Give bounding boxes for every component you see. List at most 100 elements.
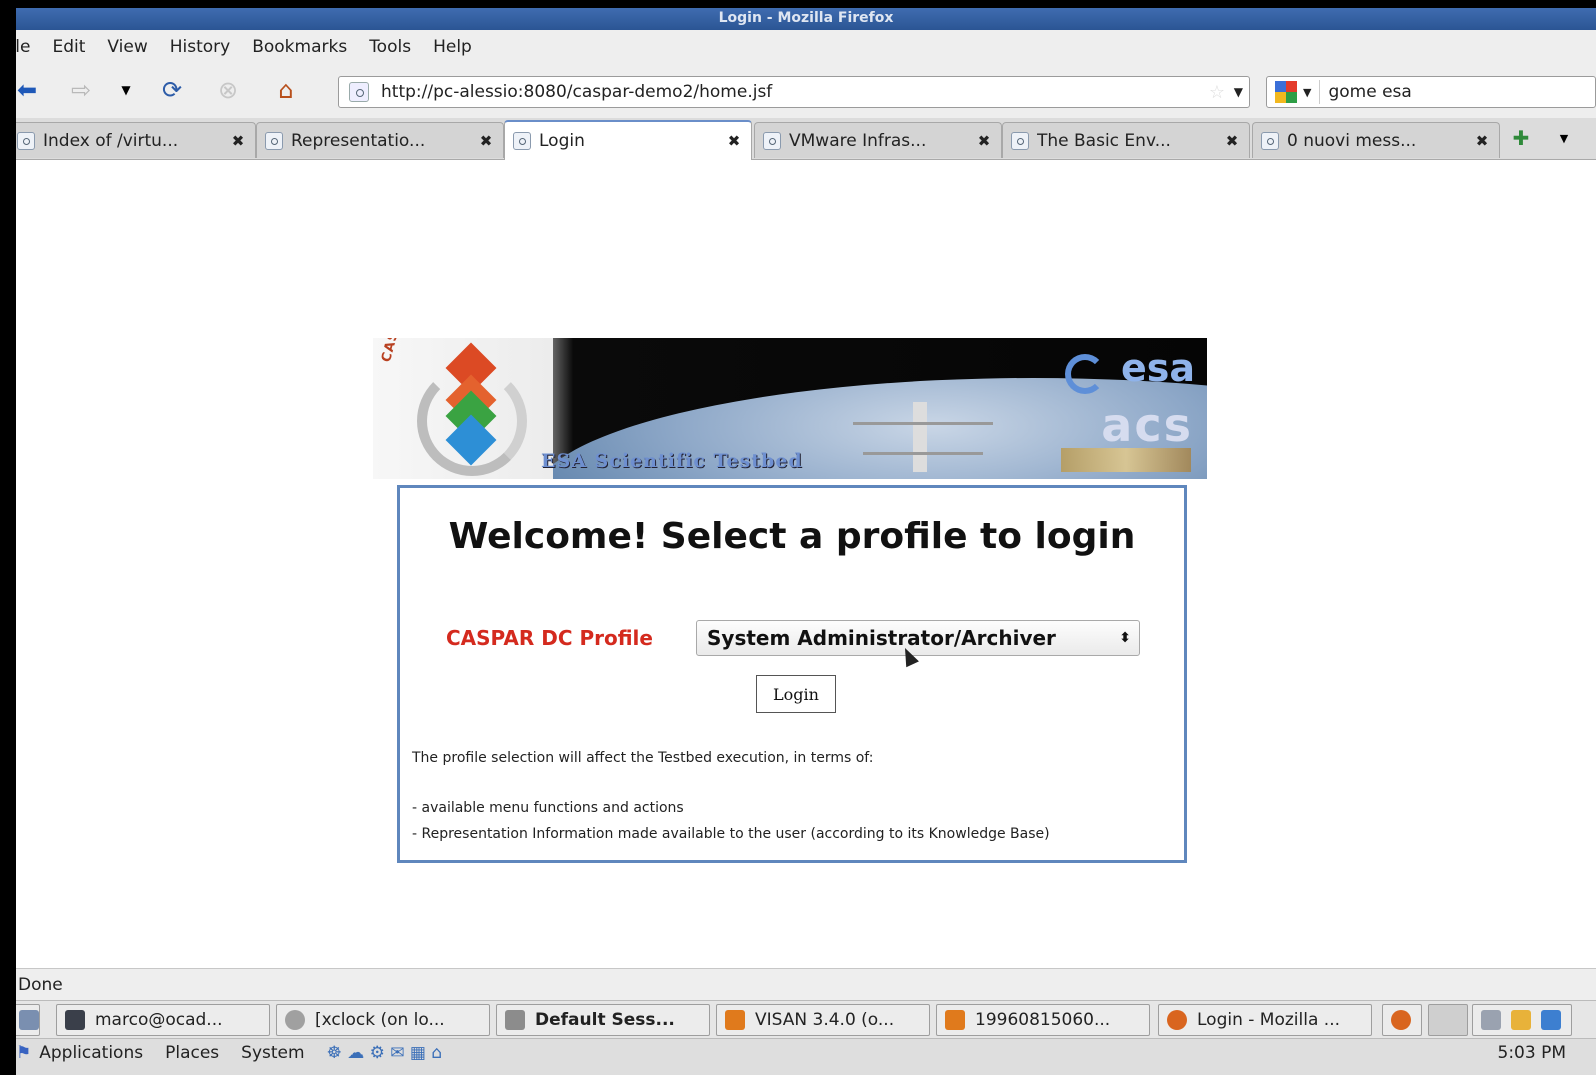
page-content: CASPAR ESA Scientific Testbed esa acs We… bbox=[16, 160, 1596, 968]
tab-label: Index of /virtu... bbox=[43, 130, 179, 151]
info-text-line-1: The profile selection will affect the Te… bbox=[412, 750, 874, 766]
stop-button[interactable]: ⊗ bbox=[210, 74, 246, 106]
menu-file[interactable]: File bbox=[16, 37, 30, 57]
reload-icon: ⟳ bbox=[161, 76, 183, 104]
visan-icon bbox=[725, 1010, 745, 1030]
url-dropdown-icon[interactable]: ▼ bbox=[1234, 85, 1243, 99]
forward-button[interactable]: ⇨ bbox=[64, 74, 98, 106]
menu-tools[interactable]: Tools bbox=[369, 37, 411, 57]
profile-select[interactable]: System Administrator/Archiver ⬍ bbox=[696, 620, 1140, 656]
home-button[interactable]: ⌂ bbox=[264, 74, 308, 106]
tab-login[interactable]: Login ✖ bbox=[504, 120, 752, 160]
page-icon bbox=[17, 131, 35, 150]
google-search-engine-icon[interactable] bbox=[1275, 81, 1297, 103]
acs-logo-text: acs bbox=[1101, 398, 1193, 452]
select-arrows-icon: ⬍ bbox=[1119, 630, 1131, 646]
close-tab-icon[interactable]: ✖ bbox=[1471, 132, 1493, 150]
new-tab-button[interactable]: ✚ bbox=[1506, 122, 1536, 154]
taskbar-label: [xclock (on lo... bbox=[315, 1010, 445, 1030]
chevron-down-icon: ▼ bbox=[121, 83, 131, 97]
page-icon bbox=[513, 132, 531, 150]
close-tab-icon[interactable]: ✖ bbox=[973, 132, 995, 150]
places-menu[interactable]: Places bbox=[165, 1043, 219, 1063]
close-tab-icon[interactable]: ✖ bbox=[227, 132, 249, 150]
taskbar-item-terminal[interactable]: marco@ocad... bbox=[56, 1004, 270, 1036]
taskbar-item-visan[interactable]: VISAN 3.4.0 (o... bbox=[716, 1004, 930, 1036]
caspar-esa-banner: CASPAR ESA Scientific Testbed esa acs bbox=[373, 338, 1207, 479]
tab-representation[interactable]: Representatio... ✖ bbox=[256, 122, 504, 158]
menu-help[interactable]: Help bbox=[433, 37, 472, 57]
close-tab-icon[interactable]: ✖ bbox=[1221, 132, 1243, 150]
tab-vmware-infras[interactable]: VMware Infras... ✖ bbox=[754, 122, 1002, 158]
search-bar[interactable]: ▼ gome esa bbox=[1266, 76, 1596, 108]
firefox-icon bbox=[1167, 1010, 1187, 1030]
vmware-icon bbox=[763, 131, 781, 150]
tab-index-of-virtu[interactable]: Index of /virtu... ✖ bbox=[16, 122, 256, 158]
taskbar-tray-firefox[interactable] bbox=[1382, 1004, 1422, 1036]
launcher-icons[interactable]: ☸ ☁ ⚙ ✉ ▦ ⌂ bbox=[327, 1043, 443, 1063]
esa-logo-ring bbox=[1065, 354, 1105, 394]
taskbar-item-19960815060[interactable]: 19960815060... bbox=[936, 1004, 1150, 1036]
menu-edit[interactable]: Edit bbox=[52, 37, 85, 57]
tab-list-button[interactable]: ▼ bbox=[1552, 122, 1576, 154]
taskbar-tray-workspace[interactable] bbox=[1472, 1004, 1572, 1036]
close-tab-icon[interactable]: ✖ bbox=[723, 132, 745, 150]
forward-arrow-icon: ⇨ bbox=[70, 76, 92, 104]
gnome-panel: ⚑ Applications Places System ☸ ☁ ⚙ ✉ ▦ ⌂… bbox=[16, 1038, 1596, 1075]
clock-icon bbox=[285, 1010, 305, 1030]
firefox-icon bbox=[1391, 1010, 1411, 1030]
taskbar-item-default-session[interactable]: Default Sess... bbox=[496, 1004, 710, 1036]
caspar-logo-text: CASPAR bbox=[379, 338, 410, 364]
search-input-value: gome esa bbox=[1328, 82, 1412, 102]
back-button[interactable]: ⬅ bbox=[16, 74, 44, 106]
taskbar-item-xclock[interactable]: [xclock (on lo... bbox=[276, 1004, 490, 1036]
status-bar: Done bbox=[16, 968, 1596, 1000]
chevron-down-icon: ▼ bbox=[1559, 131, 1569, 145]
menu-history[interactable]: History bbox=[170, 37, 230, 57]
tab-basic-env[interactable]: The Basic Env... ✖ bbox=[1002, 122, 1250, 158]
menu-bar: File Edit View History Bookmarks Tools H… bbox=[16, 30, 1596, 64]
taskbar-tray-blank[interactable] bbox=[1428, 1004, 1468, 1036]
history-dropdown-button[interactable]: ▼ bbox=[116, 74, 136, 106]
system-menu[interactable]: System bbox=[241, 1043, 304, 1063]
terminal-icon bbox=[65, 1010, 85, 1030]
session-icon bbox=[505, 1010, 525, 1030]
close-tab-icon[interactable]: ✖ bbox=[475, 132, 497, 150]
workspace-icon bbox=[1511, 1010, 1531, 1030]
search-separator bbox=[1319, 80, 1321, 104]
taskbar-item-login-mozilla[interactable]: Login - Mozilla ... bbox=[1158, 1004, 1372, 1036]
site-favicon-icon bbox=[349, 82, 369, 102]
caspar-logo: CASPAR bbox=[373, 338, 553, 479]
tab-label: 0 nuovi mess... bbox=[1287, 130, 1417, 151]
plus-icon: ✚ bbox=[1512, 126, 1530, 150]
home-icon: ⌂ bbox=[278, 76, 294, 104]
tab-label: Representatio... bbox=[291, 130, 426, 151]
profile-label: CASPAR DC Profile bbox=[446, 626, 653, 650]
visan-icon bbox=[945, 1010, 965, 1030]
applications-menu-icon[interactable]: ⚑ bbox=[16, 1043, 31, 1063]
url-text: http://pc-alessio:8080/caspar-demo2/home… bbox=[381, 82, 773, 102]
taskbar-show-desktop[interactable] bbox=[16, 1004, 40, 1036]
bookmark-star-icon[interactable]: ☆ bbox=[1209, 82, 1225, 103]
menu-view[interactable]: View bbox=[107, 37, 147, 57]
stop-icon: ⊗ bbox=[217, 76, 239, 104]
search-engine-dropdown-icon[interactable]: ▼ bbox=[1303, 86, 1311, 99]
url-bar[interactable]: http://pc-alessio:8080/caspar-demo2/home… bbox=[338, 76, 1250, 108]
window-titlebar[interactable]: Login - Mozilla Firefox bbox=[16, 8, 1596, 30]
panel-clock[interactable]: 5:03 PM bbox=[1498, 1043, 1567, 1063]
window-title: Login - Mozilla Firefox bbox=[718, 10, 894, 26]
window-taskbar: marco@ocad... [xclock (on lo... Default … bbox=[16, 1000, 1596, 1038]
desktop-screen: Login - Mozilla Firefox File Edit View H… bbox=[16, 8, 1596, 1075]
menu-bookmarks[interactable]: Bookmarks bbox=[252, 37, 347, 57]
taskbar-label: Login - Mozilla ... bbox=[1197, 1010, 1340, 1030]
tab-nuovi-mess[interactable]: 0 nuovi mess... ✖ bbox=[1252, 122, 1500, 158]
taskbar-label: Default Sess... bbox=[535, 1010, 675, 1030]
applications-menu[interactable]: Applications bbox=[39, 1043, 143, 1063]
status-text: Done bbox=[18, 974, 63, 995]
page-icon bbox=[265, 131, 283, 150]
login-button[interactable]: Login bbox=[756, 675, 836, 713]
reload-button[interactable]: ⟳ bbox=[152, 74, 192, 106]
navigation-toolbar: ⬅ ⇨ ▼ ⟳ ⊗ ⌂ http://pc-alessio:8080/caspa… bbox=[16, 64, 1596, 118]
tab-strip: Index of /virtu... ✖ Representatio... ✖ … bbox=[16, 118, 1596, 160]
show-desktop-icon bbox=[19, 1010, 39, 1030]
